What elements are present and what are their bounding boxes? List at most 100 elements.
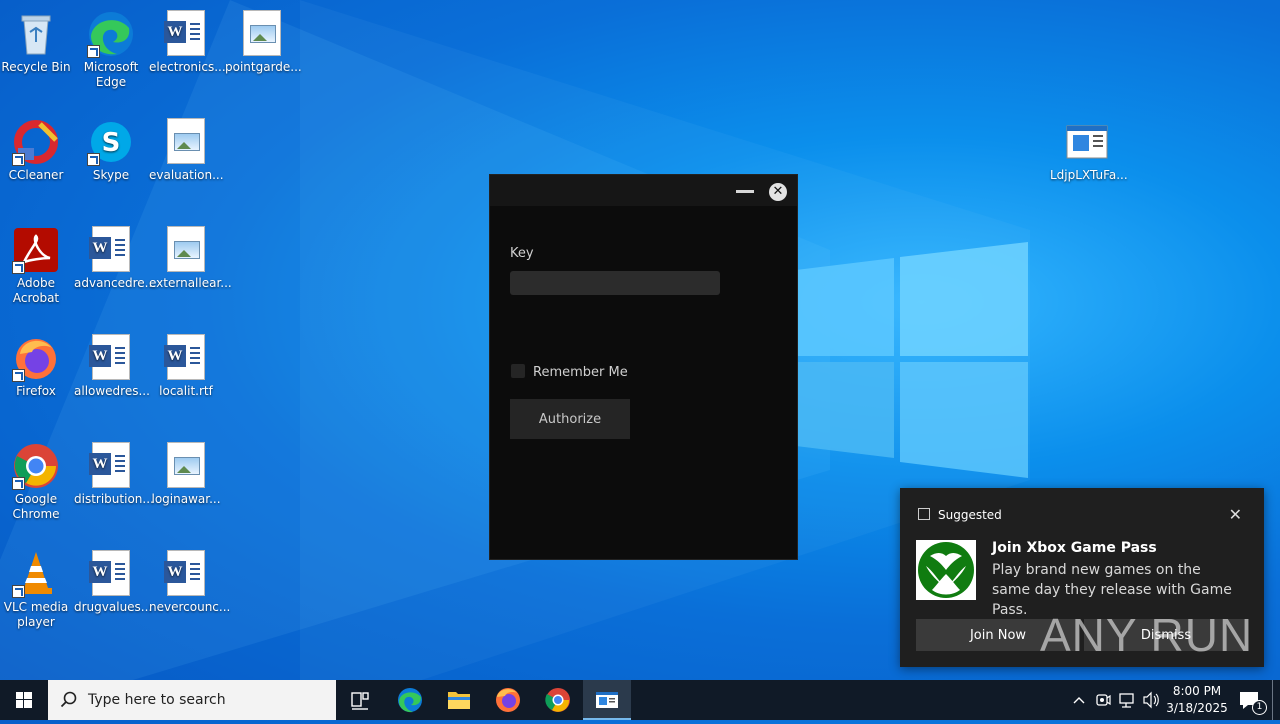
desktop-icon-label: drugvalues...: [74, 600, 153, 614]
desktop-icon-ccleaner[interactable]: CCleaner: [0, 112, 74, 183]
desktop-icon-externallear[interactable]: externallear...: [148, 220, 232, 291]
taskbar-chrome[interactable]: [534, 680, 582, 720]
toast-close-button[interactable]: ✕: [1229, 505, 1242, 524]
key-input[interactable]: [510, 271, 720, 295]
authorize-button[interactable]: Authorize: [510, 399, 630, 439]
toast-header: Suggested: [918, 508, 1002, 522]
image-file-icon: [162, 118, 210, 166]
shortcut-arrow-icon: [12, 369, 25, 382]
desktop-icon-allowedres[interactable]: W allowedres...: [73, 328, 150, 399]
image-file-icon: [162, 442, 210, 490]
edge-icon: [87, 10, 135, 58]
firefox-icon: [496, 688, 520, 712]
network-icon: [1119, 693, 1134, 708]
taskbar-search-box[interactable]: Type here to search: [48, 680, 336, 720]
desktop-icon-evaluation[interactable]: evaluation...: [148, 112, 224, 183]
taskbar-file-explorer[interactable]: [435, 680, 483, 720]
desktop-icon-label: distribution...: [74, 492, 154, 506]
ccleaner-icon: [12, 118, 60, 166]
desktop-icon-distribution[interactable]: W distribution...: [73, 436, 154, 507]
word-document-icon: W: [162, 10, 210, 58]
word-document-icon: W: [162, 550, 210, 598]
anyrun-watermark: ANY RUN: [1040, 609, 1254, 661]
desktop-icon-recycle-bin[interactable]: Recycle Bin: [0, 4, 74, 75]
xbox-logo-icon: [916, 540, 976, 600]
shortcut-arrow-icon: [87, 45, 100, 58]
minimize-button[interactable]: [735, 185, 755, 197]
desktop-icon-label: LdjpLXTuFa...: [1050, 168, 1128, 182]
desktop-icon-vlc[interactable]: VLC media player: [0, 544, 74, 630]
application-window-icon: [596, 692, 618, 708]
desktop-icon-advancedre[interactable]: W advancedre...: [73, 220, 156, 291]
chevron-up-icon: [1073, 697, 1085, 704]
adobe-acrobat-icon: [12, 226, 60, 274]
desktop-icon-label: CCleaner: [8, 168, 64, 182]
desktop-icon-localit[interactable]: W localit.rtf: [148, 328, 224, 399]
taskbar-clock[interactable]: 8:00 PM 3/18/2025: [1162, 683, 1232, 717]
suggested-icon: [918, 508, 930, 520]
shortcut-arrow-icon: [12, 153, 25, 166]
task-view-button[interactable]: [336, 680, 384, 720]
taskbar-edge[interactable]: [386, 680, 434, 720]
desktop-icon-loginawar[interactable]: loginawar...: [148, 436, 224, 507]
show-hidden-icons-button[interactable]: [1068, 680, 1090, 720]
desktop-icon-pointgarde[interactable]: pointgarde...: [224, 4, 302, 75]
taskbar: Type here to search 8:00 PM 3/18/2025 1: [0, 680, 1280, 720]
desktop-icon-google-chrome[interactable]: Google Chrome: [0, 436, 74, 522]
clock-time: 8:00 PM: [1172, 684, 1222, 698]
windows-logo-wallpaper: [796, 242, 1028, 478]
word-document-icon: W: [87, 334, 135, 382]
desktop-icon-label: externallear...: [149, 276, 232, 290]
show-desktop-button[interactable]: [1272, 680, 1273, 720]
desktop-icon-microsoft-edge[interactable]: Microsoft Edge: [73, 4, 149, 90]
image-file-icon: [238, 10, 286, 58]
desktop-icon-label: allowedres...: [74, 384, 150, 398]
desktop-icon-label: Google Chrome: [12, 492, 60, 521]
remember-me-label: Remember Me: [533, 365, 628, 380]
windows-start-icon: [16, 692, 32, 708]
remember-me-checkbox[interactable]: [511, 364, 525, 378]
chrome-icon: [545, 688, 570, 712]
close-button[interactable]: ✕: [769, 183, 787, 201]
speaker-icon: [1143, 691, 1159, 709]
skype-icon: S: [87, 118, 135, 166]
desktop-icon-electronics[interactable]: W electronics...: [148, 4, 226, 75]
word-document-icon: W: [87, 226, 135, 274]
shortcut-arrow-icon: [12, 261, 25, 274]
window-titlebar[interactable]: ✕: [490, 175, 797, 206]
desktop-icon-label: pointgarde...: [225, 60, 302, 74]
shortcut-arrow-icon: [12, 585, 25, 598]
recycle-bin-icon: [12, 10, 60, 58]
desktop-icon-nevercounc[interactable]: W nevercounc...: [148, 544, 230, 615]
volume-button[interactable]: [1140, 680, 1162, 720]
desktop-icon-label: loginawar...: [151, 492, 221, 506]
desktop-icon-skype[interactable]: S Skype: [73, 112, 149, 183]
notification-count-badge: 1: [1252, 700, 1267, 715]
word-document-icon: W: [87, 550, 135, 598]
application-window-icon: [1063, 118, 1111, 166]
desktop-icon-adobe-acrobat[interactable]: Adobe Acrobat: [0, 220, 74, 306]
close-icon: ✕: [772, 184, 784, 199]
image-file-icon: [162, 226, 210, 274]
desktop-icon-label: localit.rtf: [159, 384, 213, 398]
desktop-icon-drugvalues[interactable]: W drugvalues...: [73, 544, 153, 615]
vlc-cone-icon: [12, 550, 60, 598]
start-button[interactable]: [0, 680, 48, 720]
shortcut-arrow-icon: [12, 477, 25, 490]
word-document-icon: W: [162, 334, 210, 382]
network-button[interactable]: [1116, 680, 1138, 720]
desktop-icon-ldjplxtufa[interactable]: LdjpLXTuFa...: [1049, 112, 1128, 183]
taskbar-firefox[interactable]: [484, 680, 532, 720]
folder-icon: [448, 692, 470, 709]
action-center-button[interactable]: 1: [1232, 680, 1267, 720]
edge-icon: [398, 688, 422, 713]
desktop-icon-label: Recycle Bin: [1, 60, 71, 74]
desktop-icon-label: evaluation...: [149, 168, 224, 182]
tray-device-button[interactable]: [1092, 680, 1114, 720]
taskbar-active-app[interactable]: [583, 680, 631, 720]
desktop-icon-firefox[interactable]: Firefox: [0, 328, 74, 399]
firefox-icon: [12, 334, 60, 382]
meet-now-icon: [1096, 694, 1111, 706]
toast-title: Join Xbox Game Pass: [992, 540, 1157, 556]
desktop-icon-label: electronics...: [149, 60, 226, 74]
